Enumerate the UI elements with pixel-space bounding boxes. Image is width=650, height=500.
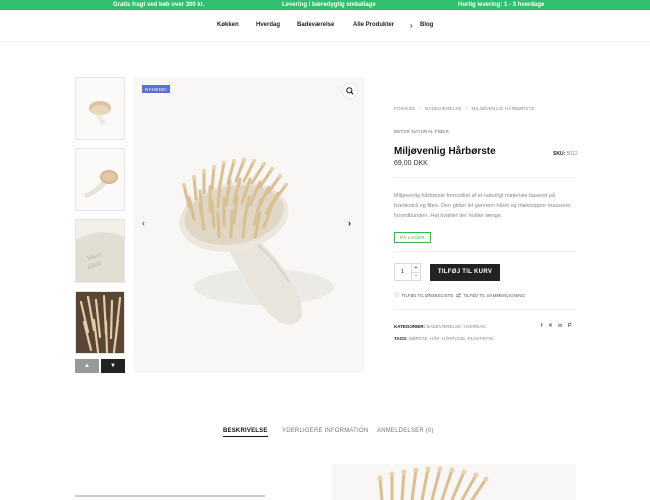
thumbnail-scroll-down-button[interactable]: ▼ bbox=[101, 359, 125, 373]
breadcrumb: FORSIDE › BADEVÆRELSE › MILJØVENLIG HÅRBØRST… bbox=[394, 106, 535, 111]
chevron-right-icon[interactable]: › bbox=[348, 218, 351, 228]
nav-item-badevaerelse[interactable]: Badeværelse bbox=[297, 22, 334, 28]
stock-status: PÅ LAGER bbox=[394, 232, 431, 243]
thumbnail-1[interactable] bbox=[75, 77, 125, 140]
add-to-cart-button[interactable]: TILFØJ TIL KURV bbox=[430, 264, 500, 281]
description-text-preview bbox=[75, 495, 275, 500]
quantity-input[interactable]: 1 bbox=[401, 269, 404, 275]
chevron-left-icon[interactable]: ‹ bbox=[142, 218, 145, 228]
product-brand[interactable]: BETER NATURAL FIBER bbox=[394, 129, 449, 134]
product-title: Miljøvenlig Hårbørste bbox=[394, 146, 496, 157]
divider bbox=[394, 251, 576, 252]
twitter-icon[interactable]: ✕ bbox=[548, 323, 553, 329]
tags-label: TAGS: bbox=[394, 336, 408, 341]
main-nav: Køkken Hverdag Badeværelse Alle Produkte… bbox=[0, 20, 650, 34]
quantity-stepper[interactable]: 1 + − bbox=[394, 263, 421, 281]
announcement-free-shipping: Gratis fragt ved køb over 300 kr. bbox=[113, 1, 205, 8]
main-product-image[interactable] bbox=[134, 77, 365, 373]
thumbnail-2[interactable] bbox=[75, 148, 125, 211]
breadcrumb-current: MILJØVENLIG HÅRBØRSTE bbox=[471, 106, 535, 111]
tab-beskrivelse[interactable]: BESKRIVELSE bbox=[223, 428, 268, 437]
add-to-wishlist-link[interactable]: ♡ TILFØJ TIL ØNSKELISTE bbox=[394, 292, 453, 299]
product-description: Miljøvenlig hårbørste fremstillet af et … bbox=[394, 193, 571, 219]
chevron-down-icon: ▼ bbox=[110, 363, 116, 369]
product-categories: KATEGORIER: BADEVÆRELSE, HVERDAG bbox=[394, 324, 486, 329]
add-to-compare-link[interactable]: ⇄ TILFØJ TIL SAMMENLIGNING bbox=[456, 292, 525, 299]
thumbnail-scroll-up-button[interactable]: ▲ bbox=[75, 359, 99, 373]
facebook-icon[interactable]: f bbox=[541, 323, 543, 329]
sku: SKU: 5012 bbox=[553, 151, 578, 157]
announcement-delivery: Hurtig levering: 1 - 3 hverdage bbox=[458, 1, 545, 8]
announcement-bar: Gratis fragt ved køb over 300 kr. Leveri… bbox=[0, 0, 650, 10]
header-divider bbox=[0, 41, 650, 42]
tab-anmeldelser[interactable]: ANMELDELSER (0) bbox=[377, 428, 434, 434]
compare-label: TILFØJ TIL SAMMENLIGNING bbox=[463, 293, 526, 298]
announcement-packaging: Levering i bæredygtig emballage bbox=[282, 1, 376, 8]
quantity-decrease-button[interactable]: − bbox=[411, 271, 420, 280]
magnifier-icon bbox=[346, 87, 354, 95]
divider bbox=[394, 309, 576, 310]
linkedin-icon[interactable]: in bbox=[558, 323, 562, 329]
breadcrumb-home[interactable]: FORSIDE bbox=[394, 106, 415, 111]
breadcrumb-category[interactable]: BADEVÆRELSE bbox=[425, 106, 462, 111]
new-badge: NYHEDE! bbox=[142, 85, 171, 93]
zoom-button[interactable] bbox=[343, 84, 357, 98]
categories-label: KATEGORIER: bbox=[394, 324, 426, 329]
categories-links[interactable]: BADEVÆRELSE, HVERDAG bbox=[426, 324, 485, 329]
divider bbox=[394, 177, 576, 178]
nav-item-kokken[interactable]: Køkken bbox=[217, 22, 239, 28]
heart-icon: ♡ bbox=[394, 293, 400, 299]
thumbnail-4[interactable] bbox=[75, 291, 125, 354]
tab-yderligere-information[interactable]: YDERLIGERE INFORMATION bbox=[282, 428, 368, 434]
product-price: 69,00 DKK bbox=[394, 160, 428, 167]
tags-links[interactable]: BØRSTE, HÅR, HÅRPLEJE, PLASTIKFRI bbox=[409, 336, 494, 341]
wishlist-label: TILFØJ TIL ØNSKELISTE bbox=[401, 293, 454, 298]
nav-item-blog[interactable]: Blog bbox=[420, 22, 433, 28]
sku-value: 5012 bbox=[566, 151, 578, 157]
shuffle-icon: ⇄ bbox=[456, 293, 462, 299]
pinterest-icon[interactable]: P bbox=[568, 323, 572, 329]
description-image bbox=[332, 464, 576, 500]
chevron-up-icon: ▲ bbox=[84, 363, 90, 369]
thumbnail-3[interactable]: bboo 6000 bbox=[75, 219, 125, 283]
nav-item-hverdag[interactable]: Hverdag bbox=[256, 22, 280, 28]
social-share: f ✕ in P bbox=[541, 323, 576, 329]
sku-label: SKU: bbox=[553, 151, 566, 157]
chevron-right-icon: › bbox=[410, 21, 413, 30]
nav-item-alle-produkter[interactable]: Alle Produkter bbox=[353, 22, 394, 28]
product-tags: TAGS: BØRSTE, HÅR, HÅRPLEJE, PLASTIKFRI bbox=[394, 336, 493, 341]
